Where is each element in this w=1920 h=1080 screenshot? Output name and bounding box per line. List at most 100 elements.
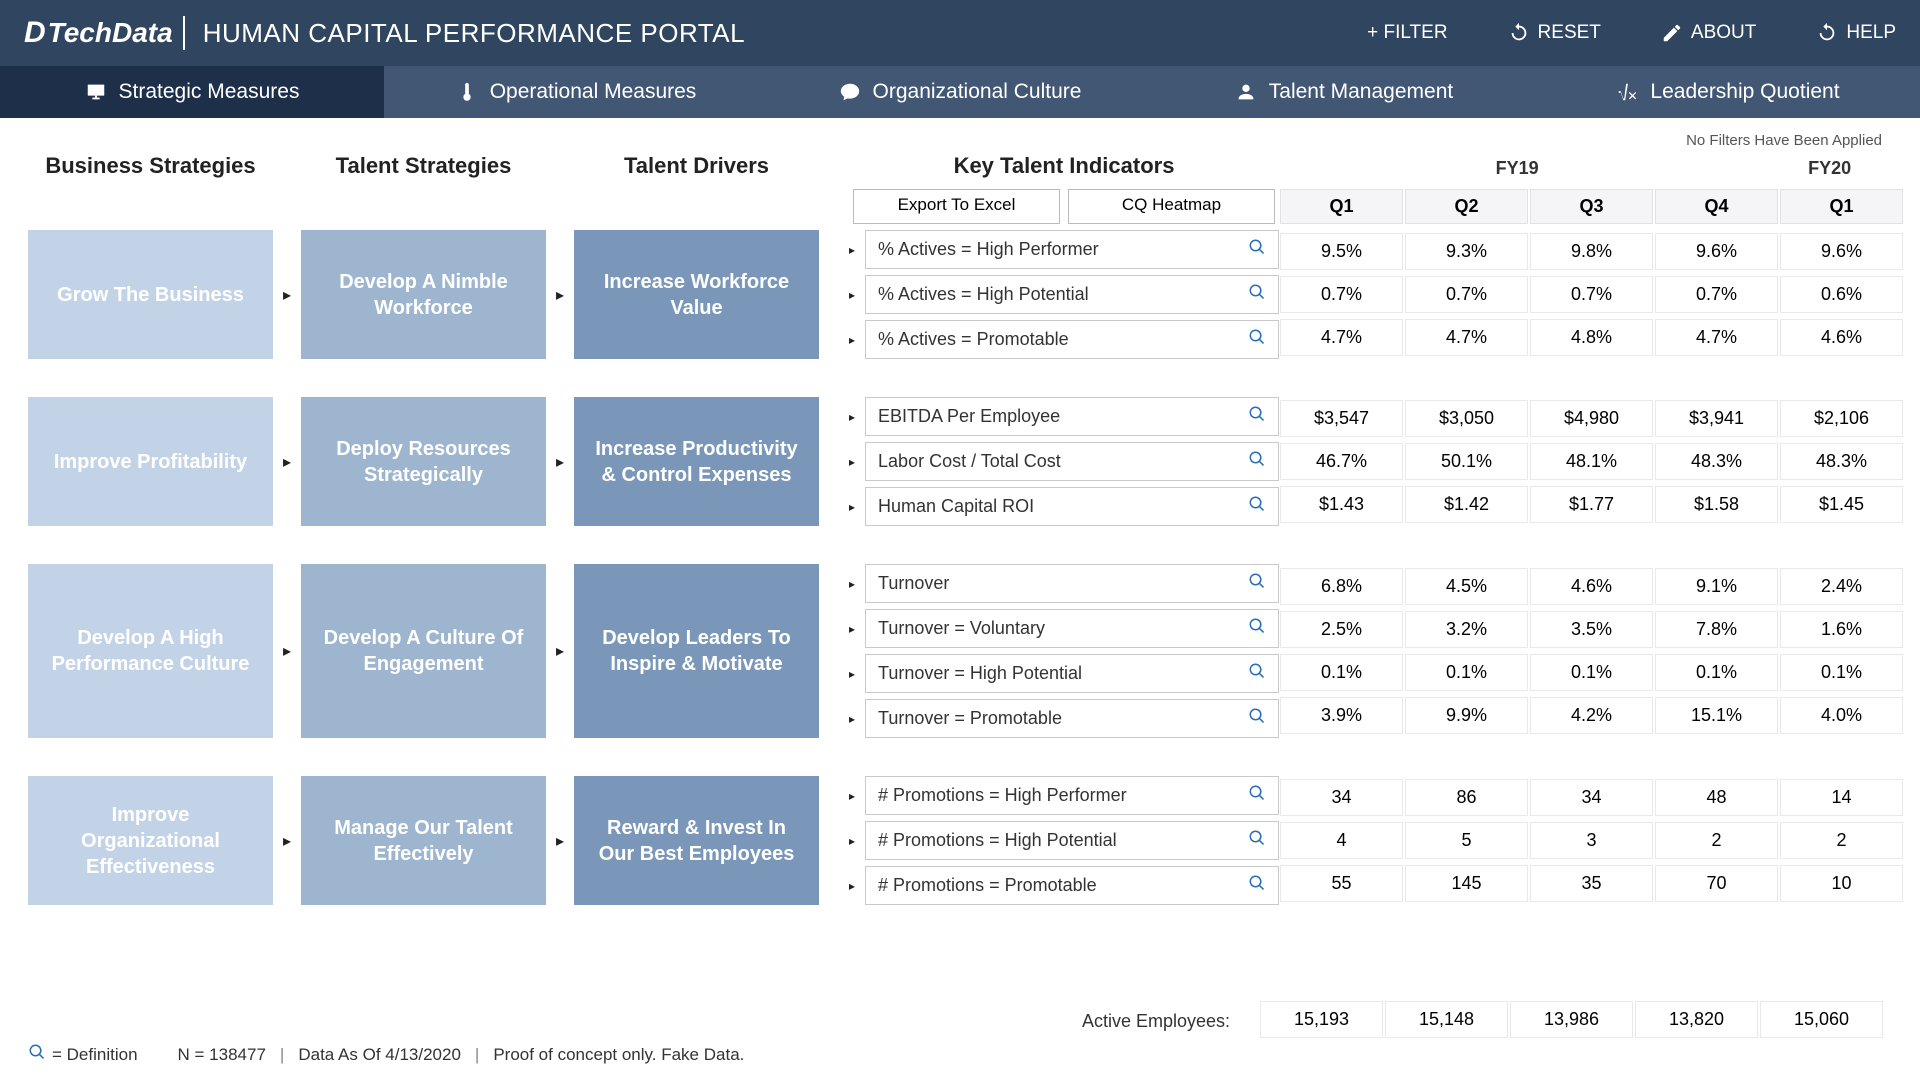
value-cell: $1.58 [1655, 486, 1778, 523]
strategy-group: Improve Organizational Effectiveness Man… [28, 776, 1892, 905]
expand-icon[interactable] [849, 879, 855, 893]
talent-driver-card[interactable]: Reward & Invest In Our Best Employees [574, 776, 819, 905]
value-cell: 10 [1780, 865, 1903, 902]
business-strategy-card[interactable]: Improve Profitability [28, 397, 273, 526]
cq-heatmap-button[interactable]: CQ Heatmap [1068, 189, 1275, 224]
value-cell: $1.43 [1280, 486, 1403, 523]
filter-button[interactable]: + FILTER [1367, 22, 1447, 44]
refresh-icon [1508, 22, 1530, 44]
search-icon[interactable] [1248, 405, 1266, 428]
kti-indicator[interactable]: % Actives = Promotable [865, 320, 1279, 359]
expand-icon[interactable] [849, 288, 855, 302]
value-cell: 9.8% [1530, 233, 1653, 270]
talent-strategy-card[interactable]: Deploy Resources Strategically [301, 397, 546, 526]
value-cell: 145 [1405, 865, 1528, 902]
search-icon[interactable] [1248, 707, 1266, 730]
expand-icon[interactable] [849, 577, 855, 591]
value-cell: 4.7% [1405, 319, 1528, 356]
expand-icon[interactable] [849, 789, 855, 803]
year-fy20: FY20 [1755, 158, 1904, 179]
talent-driver-card[interactable]: Increase Workforce Value [574, 230, 819, 359]
kti-indicator[interactable]: # Promotions = High Potential [865, 821, 1279, 860]
kti-indicator[interactable]: EBITDA Per Employee [865, 397, 1279, 436]
kti-label: Turnover = Promotable [878, 708, 1062, 729]
search-icon[interactable] [1248, 784, 1266, 807]
search-icon[interactable] [1248, 829, 1266, 852]
value-cell: $1.45 [1780, 486, 1903, 523]
search-icon[interactable] [1248, 450, 1266, 473]
app-title: HUMAN CAPITAL PERFORMANCE PORTAL [203, 18, 745, 49]
value-row: 55145357010 [1279, 865, 1904, 902]
search-icon[interactable] [1248, 874, 1266, 897]
kti-indicator[interactable]: # Promotions = High Performer [865, 776, 1279, 815]
talent-driver-card[interactable]: Develop Leaders To Inspire & Motivate [574, 564, 819, 738]
value-cell: 4.2% [1530, 697, 1653, 734]
talent-driver-card[interactable]: Increase Productivity & Control Expenses [574, 397, 819, 526]
value-cell: 15,148 [1385, 1001, 1508, 1038]
kti-indicator[interactable]: Human Capital ROI [865, 487, 1279, 526]
kti-indicator[interactable]: # Promotions = Promotable [865, 866, 1279, 905]
expand-icon[interactable] [849, 410, 855, 424]
quarter-header: Q1 [1780, 189, 1903, 224]
expand-icon[interactable] [849, 243, 855, 257]
arrow-icon [546, 397, 574, 526]
value-cell: 48.3% [1655, 443, 1778, 480]
business-strategy-card[interactable]: Grow The Business [28, 230, 273, 359]
search-icon[interactable] [1248, 495, 1266, 518]
search-icon[interactable] [1248, 283, 1266, 306]
tab-culture[interactable]: Organizational Culture [768, 66, 1152, 118]
expand-icon[interactable] [849, 500, 855, 514]
search-icon[interactable] [1248, 617, 1266, 640]
kti-row: EBITDA Per Employee [849, 397, 1279, 436]
refresh-icon [1816, 22, 1838, 44]
tab-operational[interactable]: Operational Measures [384, 66, 768, 118]
value-cell: 3.5% [1530, 611, 1653, 648]
business-strategy-card[interactable]: Improve Organizational Effectiveness [28, 776, 273, 905]
kti-label: EBITDA Per Employee [878, 406, 1060, 427]
tab-talent[interactable]: Talent Management [1152, 66, 1536, 118]
business-strategy-card[interactable]: Develop A High Performance Culture [28, 564, 273, 738]
search-icon[interactable] [1248, 662, 1266, 685]
active-employees-values: 15,19315,14813,98613,82015,060 [1259, 1001, 1884, 1038]
value-cell: 4.7% [1655, 319, 1778, 356]
value-cell: 0.1% [1405, 654, 1528, 691]
kti-indicator[interactable]: Turnover [865, 564, 1279, 603]
talent-strategy-card[interactable]: Manage Our Talent Effectively [301, 776, 546, 905]
about-button[interactable]: ABOUT [1661, 22, 1756, 44]
no-filter-msg: No Filters Have Been Applied [28, 128, 1892, 149]
tab-strategic[interactable]: Strategic Measures [0, 66, 384, 118]
kti-label: # Promotions = High Potential [878, 830, 1117, 851]
search-icon[interactable] [1248, 572, 1266, 595]
expand-icon[interactable] [849, 667, 855, 681]
expand-icon[interactable] [849, 455, 855, 469]
value-row: 6.8%4.5%4.6%9.1%2.4% [1279, 568, 1904, 605]
value-cell: 0.7% [1280, 276, 1403, 313]
arrow-icon [546, 564, 574, 738]
kti-indicator[interactable]: % Actives = High Potential [865, 275, 1279, 314]
talent-strategy-card[interactable]: Develop A Culture Of Engagement [301, 564, 546, 738]
definition-label: = Definition [52, 1045, 138, 1065]
kti-indicator[interactable]: Turnover = Promotable [865, 699, 1279, 738]
reset-button[interactable]: RESET [1508, 22, 1601, 44]
kti-indicator[interactable]: Turnover = High Potential [865, 654, 1279, 693]
kti-indicator[interactable]: Labor Cost / Total Cost [865, 442, 1279, 481]
expand-icon[interactable] [849, 333, 855, 347]
value-cell: 2 [1655, 822, 1778, 859]
kti-label: Human Capital ROI [878, 496, 1034, 517]
talent-strategy-card[interactable]: Develop A Nimble Workforce [301, 230, 546, 359]
expand-icon[interactable] [849, 622, 855, 636]
kti-indicator[interactable]: % Actives = High Performer [865, 230, 1279, 269]
search-icon[interactable] [1248, 328, 1266, 351]
value-row: 2.5%3.2%3.5%7.8%1.6% [1279, 611, 1904, 648]
col-talent: Talent Strategies [301, 153, 546, 179]
kti-indicator[interactable]: Turnover = Voluntary [865, 609, 1279, 648]
expand-icon[interactable] [849, 834, 855, 848]
value-cell: 0.1% [1530, 654, 1653, 691]
search-icon[interactable] [1248, 238, 1266, 261]
help-button[interactable]: HELP [1816, 22, 1896, 44]
expand-icon[interactable] [849, 712, 855, 726]
export-excel-button[interactable]: Export To Excel [853, 189, 1060, 224]
value-row: 4.7%4.7%4.8%4.7%4.6% [1279, 319, 1904, 356]
tab-leadership[interactable]: Leadership Quotient [1536, 66, 1920, 118]
value-row: 9.5%9.3%9.8%9.6%9.6% [1279, 233, 1904, 270]
